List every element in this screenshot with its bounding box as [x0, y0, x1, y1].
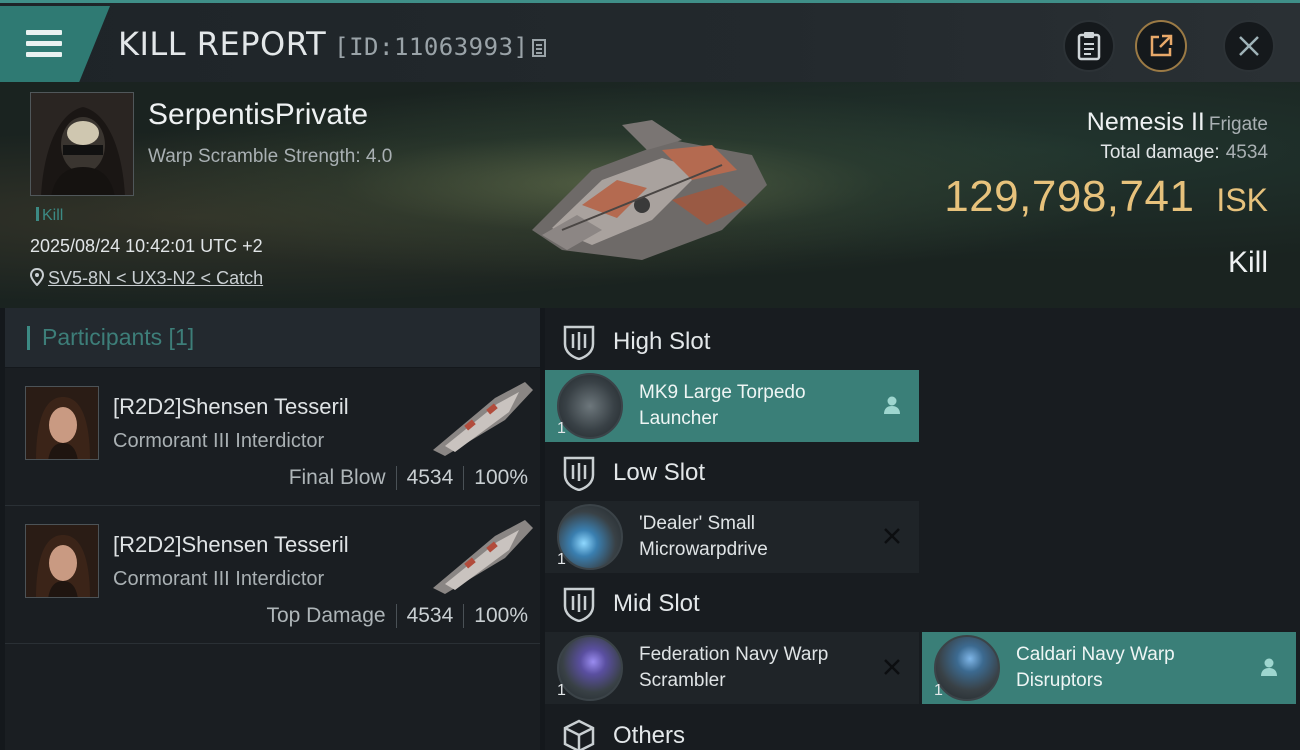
hamburger-icon [26, 30, 62, 63]
warp-scramble-strength: Warp Scramble Strength: 4.0 [148, 146, 393, 167]
high-slot-title: High Slot [613, 328, 711, 355]
participants-panel: Participants [1] [R2D2]Shensen Tesseril … [5, 308, 540, 750]
stat-divider [463, 466, 465, 490]
participant-ship-image [433, 520, 533, 594]
fitting-panel: High Slot 1 MK9 Large Torpedo Launcher L… [545, 308, 1300, 750]
module-quantity: 1 [557, 551, 566, 568]
victim-portrait [31, 93, 133, 195]
clipboard-button[interactable] [1063, 20, 1115, 72]
module-quantity: 1 [557, 420, 566, 437]
low-slot-icon [563, 456, 595, 491]
participant-avatar[interactable] [25, 524, 99, 598]
share-icon [1150, 34, 1173, 57]
participant-ship: Cormorant III Interdictor [113, 430, 325, 452]
warp-scrambler-icon [557, 635, 623, 701]
module-name: MK9 Large Torpedo Launcher [639, 382, 806, 429]
module-quantity: 1 [934, 682, 943, 699]
participant-label: Final Blow [288, 466, 386, 489]
participants-header[interactable]: Participants [1] [5, 308, 540, 368]
victim-avatar[interactable] [30, 92, 134, 196]
mid-slot-header: Mid Slot [545, 574, 700, 634]
module-item[interactable]: 1 Caldari Navy Warp Disruptors [922, 632, 1296, 704]
participant-percent: 100% [474, 604, 528, 627]
share-button[interactable] [1135, 20, 1187, 72]
participant-label: Top Damage [266, 604, 386, 627]
module-item[interactable]: 1 Federation Navy Warp Scrambler [545, 632, 919, 704]
participant-stats: Top Damage 4534 100% [266, 604, 528, 628]
fitted-person-icon [884, 396, 900, 414]
menu-button[interactable] [0, 6, 110, 82]
ship-name[interactable]: Nemesis II Frigate [1087, 108, 1268, 137]
mid-slot-title: Mid Slot [613, 590, 700, 617]
module-item[interactable]: 1 MK9 Large Torpedo Launcher [545, 370, 919, 442]
participant-name[interactable]: [R2D2]Shensen Tesseril [113, 532, 349, 558]
total-damage: Total damage: 4534 [1100, 142, 1268, 164]
participant-name[interactable]: [R2D2]Shensen Tesseril [113, 394, 349, 420]
participant-stats: Final Blow 4534 100% [289, 466, 528, 490]
victim-ship-image[interactable] [522, 110, 772, 265]
others-title: Others [613, 722, 686, 749]
report-id: [ID:11063993] [334, 33, 529, 61]
location-pin-icon [29, 267, 45, 287]
ship-class: Frigate [1208, 114, 1268, 135]
participant-damage: 4534 [406, 466, 454, 489]
torpedo-launcher-icon [557, 373, 623, 439]
participant-portrait [26, 387, 98, 459]
page-title: KILL REPORT [ID:11063993] [118, 25, 547, 63]
microwarpdrive-icon [557, 504, 623, 570]
total-damage-value: 4534 [1225, 142, 1268, 163]
fitted-person-icon [1261, 658, 1277, 676]
participant-row[interactable]: [R2D2]Shensen Tesseril Cormorant III Int… [5, 368, 540, 506]
warp-disruptor-icon [934, 635, 1000, 701]
participant-damage: 4534 [406, 604, 454, 627]
stat-divider [463, 604, 465, 628]
low-slot-header: Low Slot [545, 443, 705, 503]
participant-portrait [26, 525, 98, 597]
kill-tag: Kill [36, 207, 63, 225]
cargo-box-icon [563, 719, 595, 750]
participant-avatar[interactable] [25, 386, 99, 460]
top-bar: KILL REPORT [ID:11063993] [0, 0, 1300, 82]
title-text: KILL REPORT [118, 25, 327, 63]
close-button[interactable] [1223, 20, 1275, 72]
destroyed-x-icon [884, 659, 900, 675]
clipboard-icon [1077, 32, 1101, 61]
module-item[interactable]: 1 'Dealer' Small Microwarpdrive [545, 501, 919, 573]
module-name: Caldari Navy Warp Disruptors [1016, 644, 1175, 691]
stat-divider [395, 604, 397, 628]
isk-value-row: 129,798,741 ISK [944, 172, 1268, 222]
location-link[interactable]: SV5-8N < UX3-N2 < Catch [48, 268, 263, 288]
victim-name[interactable]: SerpentisPrivate [148, 98, 368, 132]
module-name: 'Dealer' Small Microwarpdrive [639, 513, 768, 560]
total-damage-label: Total damage: [1100, 142, 1220, 163]
participant-ship: Cormorant III Interdictor [113, 568, 325, 590]
kill-location: SV5-8N < UX3-N2 < Catch [29, 267, 263, 289]
stat-divider [395, 466, 397, 490]
result-label: Kill [1227, 246, 1268, 279]
participant-row[interactable]: [R2D2]Shensen Tesseril Cormorant III Int… [5, 506, 540, 644]
high-slot-icon [563, 325, 595, 360]
copy-icon[interactable] [532, 39, 547, 57]
module-quantity: 1 [557, 682, 566, 699]
ship-name-text: Nemesis II [1086, 108, 1205, 136]
high-slot-header: High Slot [545, 312, 710, 372]
participant-ship-image [433, 382, 533, 456]
mid-slot-icon [563, 587, 595, 622]
isk-value: 129,798,741 [944, 172, 1195, 221]
others-header: Others [545, 706, 685, 750]
low-slot-title: Low Slot [613, 459, 706, 486]
module-name: Federation Navy Warp Scrambler [639, 644, 829, 691]
header-accent-bar [27, 325, 30, 350]
participants-title: Participants [1] [42, 324, 195, 350]
isk-unit: ISK [1216, 182, 1268, 218]
destroyed-x-icon [884, 528, 900, 544]
kill-datetime: 2025/08/24 10:42:01 UTC +2 [30, 236, 263, 256]
participant-percent: 100% [474, 466, 528, 489]
close-icon [1239, 36, 1259, 56]
